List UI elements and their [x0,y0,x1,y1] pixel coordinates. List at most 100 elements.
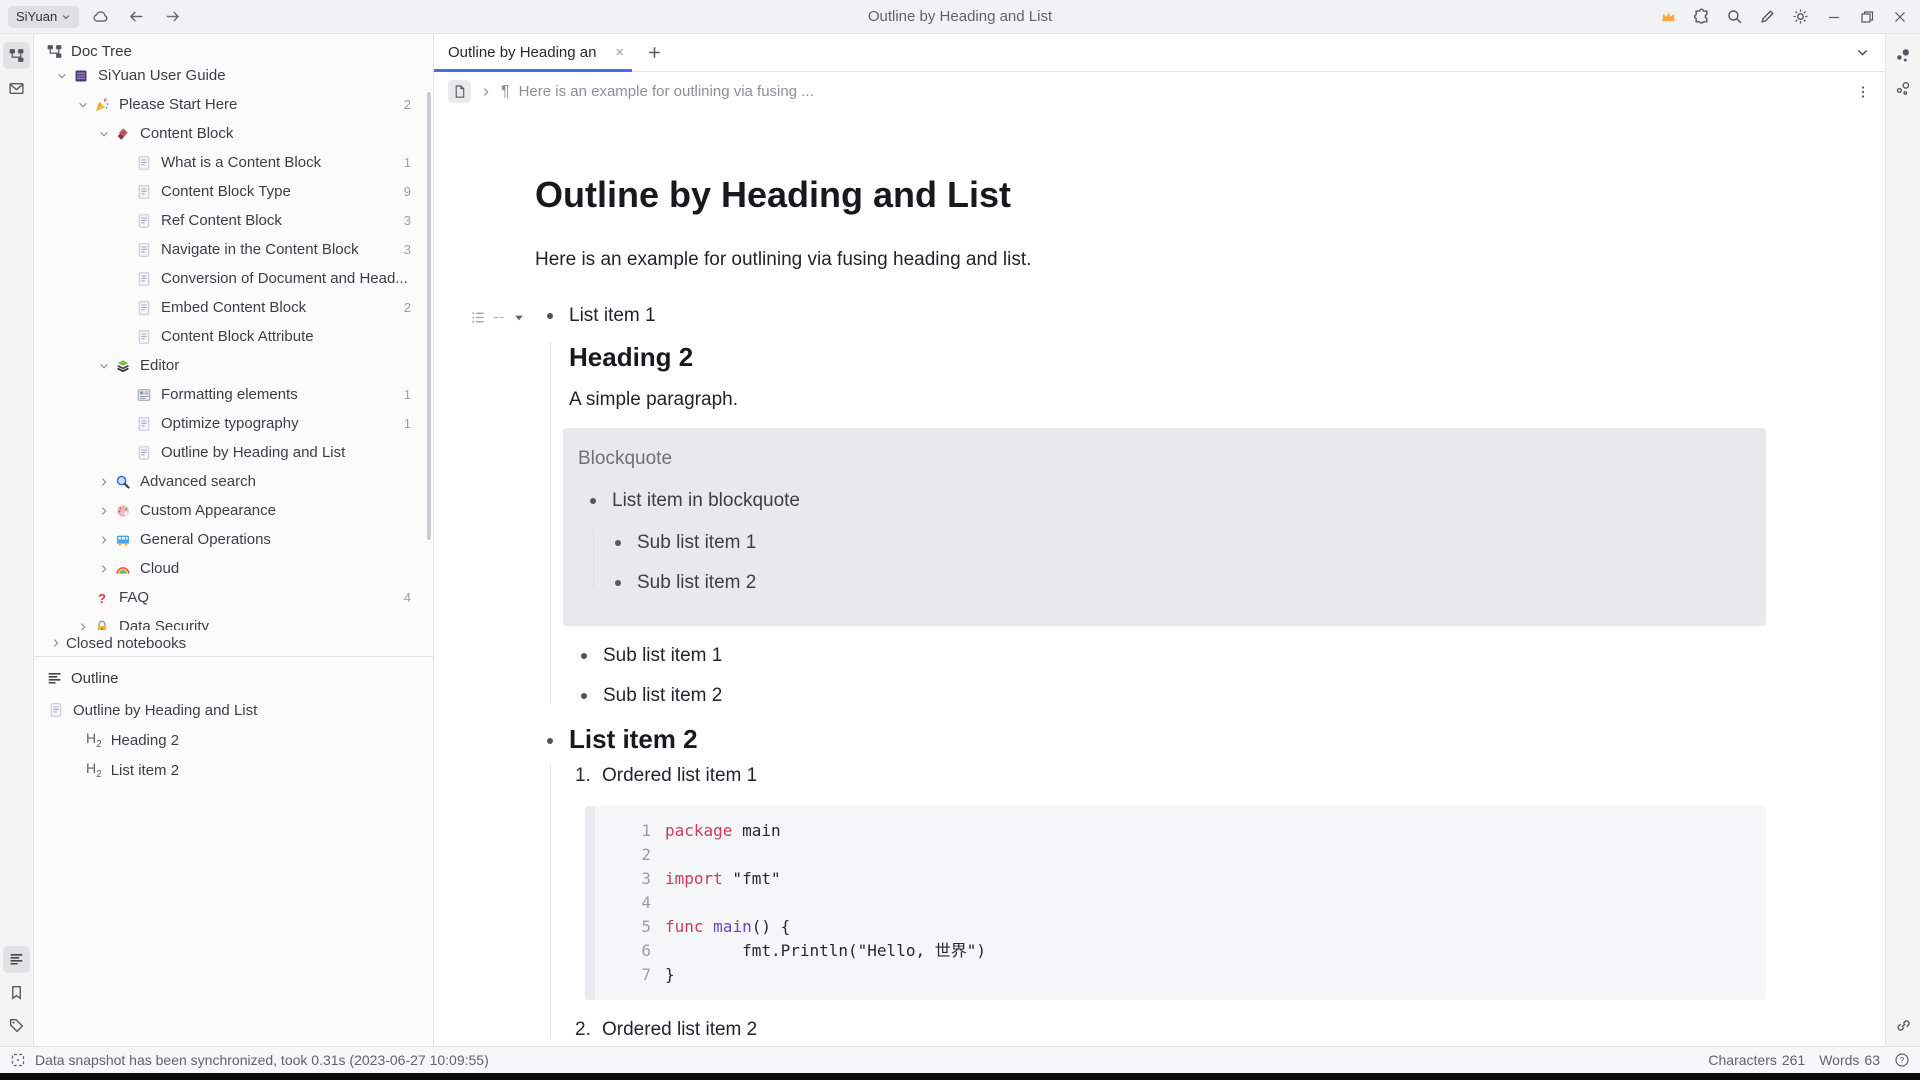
edit-mode-button[interactable] [1751,1,1784,33]
doc-tree-item[interactable]: Navigate in the Content Block3 [34,235,433,264]
list-item-2-heading: List item 2 [569,722,698,756]
breadcrumb-doc-button[interactable] [448,80,471,103]
doc-tree-item[interactable]: Data Security [34,612,433,630]
dock-global-graph-button[interactable] [1890,75,1917,102]
code-line: 7} [595,963,1766,987]
close-button[interactable] [1883,1,1916,33]
doc-tree-item[interactable]: Content Block Attribute [34,322,433,351]
rainbow-icon [114,561,131,577]
words-counter: Words 63 [1819,1052,1880,1068]
bus-icon [114,532,131,548]
new-tab-button[interactable] [632,34,676,71]
ordered-list-marker: 2. [575,1016,602,1044]
chevron-right-icon[interactable] [94,534,114,546]
doc-tree-item-label: SiYuan User Guide [98,68,226,84]
doc-tree-item[interactable]: Cloud [34,554,433,583]
chevron-down-icon [61,12,71,22]
chevron-down-icon[interactable] [94,360,114,372]
tab-close-icon[interactable]: × [615,44,624,61]
doc-tree-item[interactable]: Custom Appearance [34,496,433,525]
chevron-down-icon[interactable] [94,128,114,140]
doc-count-badge: 1 [404,155,411,170]
doc-tree-item[interactable]: Embed Content Block2 [34,293,433,322]
more-vertical-icon [1855,84,1871,100]
code-line: 4 [595,891,1766,915]
dock-doc-tree-button[interactable] [3,42,30,69]
doc-tree-item[interactable]: Editor [34,351,433,380]
doc-tree-scrollbar[interactable] [427,92,431,540]
doc-tree-header: Doc Tree [34,34,433,68]
siyuan-menu-button[interactable]: SiYuan [8,6,79,28]
doc-tree-item[interactable]: SiYuan User Guide [34,68,433,90]
doc-tree-item-label: Embed Content Block [161,299,306,316]
list-bullet[interactable] [547,738,553,744]
doc-tree-item[interactable]: Content Block [34,119,433,148]
drag-handle-icon[interactable] [493,311,506,324]
list-bullet[interactable] [581,653,587,659]
list-bullet[interactable] [590,498,596,504]
doc-tree-item-label: Formatting elements [161,386,298,403]
list-bullet[interactable] [615,580,621,586]
chevron-right-icon[interactable] [94,505,114,517]
list-bullet[interactable] [615,540,621,546]
doc-tree-item[interactable]: ?FAQ4 [34,583,433,612]
forward-arrow-icon [164,8,181,25]
tab-list-button[interactable] [1839,34,1885,71]
doc-tree-item-label: Navigate in the Content Block [161,241,359,258]
doc-tree-item[interactable]: Ref Content Block3 [34,206,433,235]
collapse-triangle-icon[interactable] [513,312,525,324]
restore-button[interactable] [1850,1,1883,33]
doc-tree-item[interactable]: Content Block Type9 [34,177,433,206]
doc-tree-item[interactable]: Formatting elements1 [34,380,433,409]
dock-inbox-button[interactable] [3,75,30,102]
list-type-gutter-icon[interactable] [471,310,486,325]
sun-icon [1792,8,1809,25]
closed-notebooks-row[interactable]: Closed notebooks [34,630,433,656]
chevron-right-icon[interactable] [94,563,114,575]
outline-heading-item[interactable]: H2List item 2 [34,755,433,785]
breadcrumb-crumb[interactable]: Here is an example for outlining via fus… [519,83,814,100]
outline-heading-item[interactable]: H2Heading 2 [34,725,433,755]
back-button[interactable] [121,2,151,32]
dock-tag-button[interactable] [3,1012,30,1039]
sync-cloud-button[interactable] [85,2,115,32]
lock-icon [93,619,110,631]
code-line-number: 6 [595,939,665,963]
list-bullet[interactable] [581,693,587,699]
chevron-right-icon[interactable] [94,476,114,488]
doc-tree-item[interactable]: General Operations [34,525,433,554]
doc-tree-item[interactable]: Outline by Heading and List [34,438,433,467]
dock-outline-button[interactable] [3,946,30,973]
doc-tree-item-label: Please Start Here [119,96,237,113]
chevron-right-icon[interactable] [73,621,93,631]
doc-tree-item[interactable]: Conversion of Document and Head... [34,264,433,293]
doc-tree-item[interactable]: What is a Content Block1 [34,148,433,177]
doc-tree-item-label: Editor [140,357,179,374]
chevron-down-icon[interactable] [73,99,93,111]
list-item-2-children: 1. Ordered list item 1 1package main23im… [569,762,1766,1044]
doc-tree-item[interactable]: Please Start Here2 [34,90,433,119]
document-scroll-area[interactable]: Outline by Heading and List Here is an e… [434,111,1885,1046]
tab-outline-by-heading[interactable]: Outline by Heading an × [434,34,632,71]
vip-crown-button[interactable] [1652,1,1685,33]
minimize-button[interactable] [1817,1,1850,33]
dock-backlinks-button[interactable] [1890,1012,1917,1039]
dock-bookmark-button[interactable] [3,979,30,1006]
dock-graph-button[interactable] [1890,42,1917,69]
chevron-down-icon[interactable] [52,70,72,82]
forward-button[interactable] [157,2,187,32]
plugins-button[interactable] [1685,1,1718,33]
breadcrumb-more-button[interactable] [1855,84,1871,100]
outline-doc-item[interactable]: Outline by Heading and List [34,695,433,725]
outline-panel: Outline Outline by Heading and List H2He… [34,656,433,1046]
help-icon[interactable]: ? [1894,1052,1910,1068]
doc-tree-item-label: Data Security [119,618,209,630]
theme-button[interactable] [1784,1,1817,33]
doc-tree-item[interactable]: Advanced search [34,467,433,496]
code-block[interactable]: 1package main23import "fmt"45func main()… [585,806,1766,1000]
list-bullet[interactable] [547,313,553,319]
code-line-number: 7 [595,963,665,987]
doc-tree-item[interactable]: Optimize typography1 [34,409,433,438]
global-search-button[interactable] [1718,1,1751,33]
code-line: 3import "fmt" [595,867,1766,891]
